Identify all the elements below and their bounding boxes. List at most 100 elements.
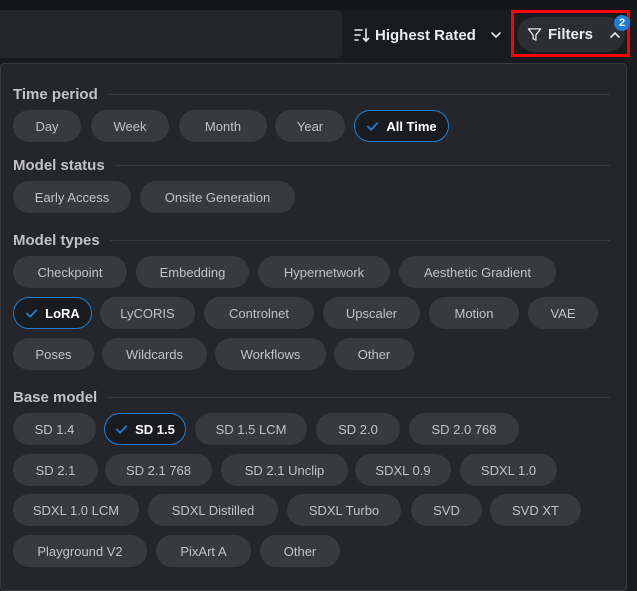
section-model-types: Model types [13,230,610,250]
chip-label: SDXL Distilled [171,502,255,518]
search-area[interactable] [0,10,342,58]
divider [109,239,610,241]
chip-base-sd-2-1[interactable]: SD 2.1 [13,454,98,486]
divider [114,164,610,166]
filters-count-badge: 2 [614,15,630,31]
chip-time-month[interactable]: Month [179,110,267,142]
chip-base-sd-1-5-lcm[interactable]: SD 1.5 LCM [195,413,307,445]
chip-label: PixArt A [180,543,227,559]
chip-time-year[interactable]: Year [275,110,345,142]
chip-type-controlnet[interactable]: Controlnet [204,297,314,329]
chip-base-sdxl-distilled[interactable]: SDXL Distilled [148,494,278,526]
chip-type-embedding[interactable]: Embedding [136,256,249,288]
chip-base-sd-1-4[interactable]: SD 1.4 [13,413,96,445]
chip-label: Day [35,118,59,134]
section-model-status: Model status [13,155,610,175]
chip-base-sdxl-1-0-lcm[interactable]: SDXL 1.0 LCM [13,494,139,526]
chip-label: Embedding [159,264,226,280]
chip-base-svd-xt[interactable]: SVD XT [490,494,581,526]
chip-type-upscaler[interactable]: Upscaler [323,297,420,329]
chip-label: LoRA [45,305,80,321]
chip-label: Week [113,118,147,134]
chip-base-sd-2-0[interactable]: SD 2.0 [316,413,400,445]
chip-label: Other [283,543,317,559]
chip-base-other[interactable]: Other [260,535,340,567]
chip-label: Aesthetic Gradient [424,264,531,280]
section-title: Time period [13,85,98,103]
sort-descending-icon [354,28,370,43]
filters-panel: Time period Day Week Month Year All Time… [0,63,627,591]
sort-dropdown[interactable]: Highest Rated [354,24,502,46]
chip-type-vae[interactable]: VAE [528,297,598,329]
chip-base-sdxl-turbo[interactable]: SDXL Turbo [287,494,401,526]
top-strip [0,0,637,10]
chip-label: VAE [550,305,576,321]
section-title: Model types [13,231,100,249]
chip-label: All Time [386,118,437,134]
chip-base-svd[interactable]: SVD [411,494,482,526]
chip-label: SD 2.1 768 [125,462,192,478]
section-time-period: Time period [13,84,610,104]
chip-label: Controlnet [229,305,289,321]
chip-type-motion[interactable]: Motion [429,297,519,329]
funnel-icon [527,28,542,41]
chip-type-workflows[interactable]: Workflows [215,338,326,370]
chip-label: Early Access [34,189,110,205]
chip-time-day[interactable]: Day [13,110,81,142]
chip-base-sd-2-1-unclip[interactable]: SD 2.1 Unclip [221,454,348,486]
chip-type-aesthetic-gradient[interactable]: Aesthetic Gradient [399,256,556,288]
chip-type-hypernetwork[interactable]: Hypernetwork [258,256,390,288]
chip-time-week[interactable]: Week [91,110,169,142]
divider [107,396,610,398]
chip-type-wildcards[interactable]: Wildcards [102,338,207,370]
chip-type-other[interactable]: Other [334,338,414,370]
chip-label: Upscaler [345,305,398,321]
filters-button[interactable]: Filters [517,17,625,52]
sort-label: Highest Rated [375,26,476,44]
chip-label: Workflows [240,346,301,362]
chip-base-sd-2-0-768[interactable]: SD 2.0 768 [409,413,519,445]
chip-label: SD 2.1 [35,462,76,478]
section-title: Base model [13,388,98,406]
chip-base-sdxl-1-0[interactable]: SDXL 1.0 [460,454,557,486]
section-title: Model status [13,156,105,174]
chip-base-playground-v2[interactable]: Playground V2 [13,535,147,567]
chip-label: Year [296,118,324,134]
chip-label: SDXL 0.9 [375,462,431,478]
chip-base-pixart-a[interactable]: PixArt A [156,535,251,567]
chip-type-lora[interactable]: LoRA [13,297,92,329]
chip-label: SD 2.1 Unclip [244,462,325,478]
chevron-down-icon [491,32,501,39]
chip-type-poses[interactable]: Poses [13,338,94,370]
chip-label: SVD [433,502,460,518]
chip-label: SDXL Turbo [308,502,380,518]
chip-base-sd-2-1-768[interactable]: SD 2.1 768 [105,454,212,486]
section-base-model: Base model [13,387,610,407]
chip-type-checkpoint[interactable]: Checkpoint [13,256,127,288]
chip-label: LyCORIS [120,305,175,321]
chip-type-lycoris[interactable]: LyCORIS [100,297,195,329]
chip-label: Poses [35,346,72,362]
chip-base-sd-1-5[interactable]: SD 1.5 [104,413,186,445]
chip-label: SDXL 1.0 LCM [32,502,120,518]
chip-label: SD 1.5 [135,421,175,437]
check-icon [367,121,379,131]
chip-label: Playground V2 [37,543,123,559]
chip-base-sdxl-0-9[interactable]: SDXL 0.9 [355,454,451,486]
chip-label: SDXL 1.0 [480,462,537,478]
chip-label: SVD XT [512,502,559,518]
chip-status-early-access[interactable]: Early Access [13,181,131,213]
chip-status-onsite-generation[interactable]: Onsite Generation [140,181,295,213]
check-icon [116,424,128,434]
chip-label: Wildcards [125,346,184,362]
chip-label: SD 2.0 768 [431,421,497,437]
filters-label: Filters [548,26,594,43]
chip-label: SD 2.0 [338,421,378,437]
divider [107,93,610,95]
chip-label: Month [204,118,242,134]
chip-label: Hypernetwork [283,264,365,280]
chip-label: SD 1.5 LCM [215,421,287,437]
chip-label: Checkpoint [37,264,103,280]
chip-time-all-time[interactable]: All Time [354,110,449,142]
chip-label: Onsite Generation [164,189,271,205]
